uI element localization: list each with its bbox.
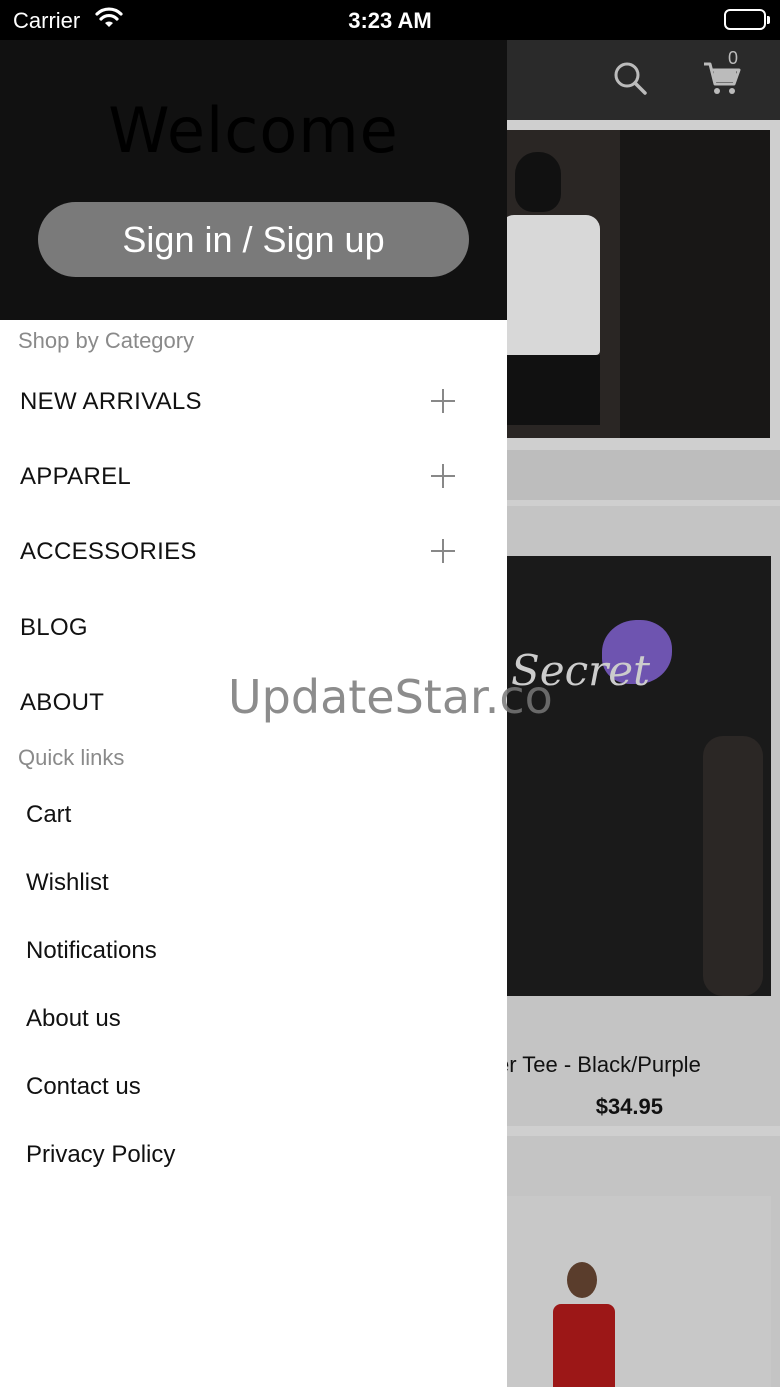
quick-link-notifications[interactable]: Notifications xyxy=(0,923,480,979)
battery-icon xyxy=(724,9,770,30)
quick-link-privacy-policy[interactable]: Privacy Policy xyxy=(0,1127,480,1183)
category-label: NEW ARRIVALS xyxy=(20,388,202,415)
quick-link-label: Notifications xyxy=(26,937,157,964)
category-label: APPAREL xyxy=(20,463,132,490)
search-icon[interactable] xyxy=(612,60,650,103)
quick-link-about-us[interactable]: About us xyxy=(0,991,480,1047)
quick-link-cart[interactable]: Cart xyxy=(0,787,480,843)
category-label: ABOUT xyxy=(20,689,105,716)
category-item-new-arrivals[interactable]: NEW ARRIVALS xyxy=(0,372,480,432)
quick-link-wishlist[interactable]: Wishlist xyxy=(0,855,480,911)
product-image[interactable] xyxy=(507,1196,771,1387)
category-label: BLOG xyxy=(20,614,88,641)
watermark: UpdateStar.co xyxy=(228,670,553,724)
section-divider xyxy=(507,450,780,500)
expand-plus-icon[interactable] xyxy=(431,539,455,563)
status-bar: Carrier 3:23 AM xyxy=(0,0,780,40)
product-price: $34.95 xyxy=(595,1094,663,1119)
hero-banner-image[interactable] xyxy=(490,130,770,438)
quick-links-label: Quick links xyxy=(18,745,125,770)
product-title[interactable]: er Tee - Black/Purple xyxy=(497,1052,701,1078)
quick-link-label: Cart xyxy=(26,801,72,828)
category-item-accessories[interactable]: ACCESSORIES xyxy=(0,522,480,582)
quick-link-contact-us[interactable]: Contact us xyxy=(0,1059,480,1115)
expand-plus-icon[interactable] xyxy=(431,464,455,488)
drawer-header: Welcome Sign in / Sign up xyxy=(0,40,507,320)
quick-link-label: Contact us xyxy=(26,1073,141,1100)
sign-in-button[interactable]: Sign in / Sign up xyxy=(38,202,469,277)
shop-by-category-label: Shop by Category xyxy=(18,328,195,353)
quick-link-label: Privacy Policy xyxy=(26,1141,176,1168)
category-item-apparel[interactable]: APPAREL xyxy=(0,447,480,507)
quick-link-label: Wishlist xyxy=(26,869,109,896)
welcome-title: Welcome xyxy=(108,94,399,167)
expand-plus-icon[interactable] xyxy=(431,389,455,413)
category-label: ACCESSORIES xyxy=(20,538,197,565)
quick-link-label: About us xyxy=(26,1005,121,1032)
product-image[interactable]: Secret xyxy=(507,556,771,996)
clock: 3:23 AM xyxy=(348,8,432,33)
product-card[interactable]: Secret er Tee - Black/Purple $34.95 xyxy=(497,506,780,1126)
category-item-blog[interactable]: BLOG xyxy=(0,598,480,658)
product-card[interactable] xyxy=(507,1136,780,1387)
cart-count-badge: 0 xyxy=(728,48,739,68)
